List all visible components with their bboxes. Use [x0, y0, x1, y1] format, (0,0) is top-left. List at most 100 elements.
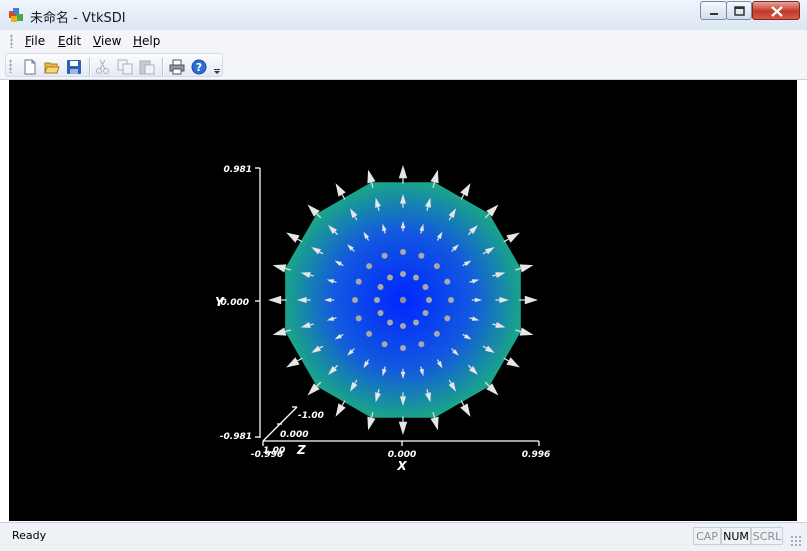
status-text: Ready	[12, 529, 47, 542]
z-tick-label: 1.00	[263, 446, 285, 456]
toolbar-separator	[162, 58, 164, 76]
new-document-icon[interactable]	[22, 59, 38, 75]
y-axis-label: Y	[215, 295, 225, 309]
vector-glyphs	[268, 165, 538, 435]
vector-glyph-shaft	[420, 230, 423, 234]
vector-glyph-dot	[377, 284, 384, 290]
save-icon[interactable]	[66, 59, 82, 75]
menu-grip[interactable]	[10, 34, 13, 48]
title-bar[interactable]: 未命名 - VtkSDI	[0, 0, 807, 31]
vector-glyph-dot	[400, 345, 406, 351]
vector-glyph-dot	[387, 319, 393, 326]
vector-glyph-dot	[418, 252, 425, 259]
vector-glyph-arrow	[519, 264, 534, 273]
menu-edit[interactable]: Edit	[58, 34, 81, 48]
vector-glyph-dot	[444, 315, 451, 322]
vector-glyph-shaft	[383, 230, 386, 234]
copy-icon[interactable]	[117, 59, 133, 75]
vector-glyph-dot	[366, 330, 373, 337]
svg-text:?: ?	[196, 61, 202, 74]
vector-glyph-dot	[366, 263, 373, 270]
standard-toolbar: ?	[5, 53, 223, 77]
vector-glyph-dot	[400, 323, 406, 329]
vector-glyph-dot	[381, 252, 388, 259]
x-axis-label: X	[396, 459, 407, 473]
toolbar: ?	[0, 52, 807, 80]
vector-glyph-arrow	[286, 232, 300, 243]
minimize-icon	[710, 13, 718, 15]
vector-glyph-dot	[433, 263, 440, 270]
vector-glyph-arrow	[335, 183, 346, 197]
menu-help[interactable]: Help	[133, 34, 160, 48]
num-lock-indicator: NUM	[721, 527, 751, 545]
vector-glyph-dot	[352, 297, 358, 303]
menu-file[interactable]: File	[25, 34, 45, 48]
vector-glyph-arrow	[398, 165, 408, 179]
vector-glyph-dot	[448, 297, 454, 303]
vector-glyph-arrow	[272, 327, 287, 336]
vector-glyph-arrow	[430, 416, 439, 431]
z-tick-label: 0.000	[280, 430, 308, 440]
maximize-button[interactable]	[726, 1, 752, 20]
vector-glyph-arrow	[460, 403, 471, 417]
menu-bar: File Edit View Help	[0, 30, 807, 52]
vector-glyph-dot	[387, 274, 393, 281]
vector-glyph-dot	[422, 284, 429, 290]
vector-glyph-arrow	[506, 357, 520, 368]
y-tick-label: 0.981	[224, 165, 252, 175]
close-button[interactable]	[752, 1, 800, 20]
paste-icon[interactable]	[139, 59, 155, 75]
vector-glyph-dot	[400, 249, 406, 255]
vector-glyph-arrow	[268, 295, 282, 305]
vector-glyph-dot	[422, 310, 429, 316]
vector-glyph-dot	[381, 341, 388, 348]
help-icon[interactable]: ?	[191, 59, 207, 75]
vector-glyph-dot	[377, 310, 384, 316]
vector-glyph-arrow	[524, 295, 538, 305]
status-bar: Ready CAP NUM SCRL	[0, 522, 807, 551]
vector-glyph-shaft	[469, 317, 473, 320]
app-icon	[9, 8, 23, 22]
vector-glyph-arrow	[460, 183, 471, 197]
vector-glyph-dot	[433, 330, 440, 337]
vector-glyph-arrow	[335, 403, 346, 417]
vector-glyph-arrow	[519, 327, 534, 336]
vector-glyph-dot	[444, 278, 451, 285]
close-icon	[771, 6, 783, 17]
minimize-button[interactable]	[700, 1, 727, 20]
vector-glyph-arrow	[367, 169, 376, 184]
toolbar-separator	[89, 58, 91, 76]
y-tick-label: 0.000	[221, 298, 249, 308]
vector-glyph-dot	[399, 296, 407, 304]
vector-glyph-dot	[426, 297, 432, 303]
vector-glyph-dot	[355, 278, 362, 285]
vector-glyph-shaft	[383, 366, 386, 370]
resize-grip[interactable]	[790, 535, 802, 547]
open-folder-icon[interactable]	[44, 59, 60, 75]
vector-glyph-shaft	[333, 317, 337, 320]
maximize-icon	[734, 6, 745, 16]
vector-glyph-dot	[374, 297, 380, 303]
vector-glyph-dot	[413, 274, 419, 281]
y-tick-label: -0.981	[220, 432, 252, 442]
render-viewport[interactable]: 0.981 0.000 Y -0.981 -0.996 0.000 X 0.99…	[9, 80, 797, 521]
vector-glyph-shaft	[469, 280, 473, 283]
vector-glyph-shaft	[333, 280, 337, 283]
vector-glyph-arrow	[430, 169, 439, 184]
vector-glyph-shaft	[420, 366, 423, 370]
vector-glyph-dot	[355, 315, 362, 322]
toolbar-grip[interactable]	[9, 59, 12, 73]
vector-glyph-arrow	[286, 357, 300, 368]
cut-icon[interactable]	[95, 59, 111, 75]
caps-lock-indicator: CAP	[693, 527, 721, 545]
menu-view[interactable]: View	[93, 34, 121, 48]
vector-glyph-arrow	[506, 232, 520, 243]
x-tick-label: 0.996	[522, 450, 550, 460]
window-title: 未命名 - VtkSDI	[30, 11, 126, 26]
vector-glyph-arrow	[367, 416, 376, 431]
toolbar-overflow-icon[interactable]	[213, 60, 221, 74]
print-icon[interactable]	[169, 59, 185, 75]
scroll-lock-indicator: SCRL	[751, 527, 783, 545]
vtk-render-window[interactable]: 0.981 0.000 Y -0.981 -0.996 0.000 X 0.99…	[9, 80, 797, 521]
vector-glyph-dot	[418, 341, 425, 348]
